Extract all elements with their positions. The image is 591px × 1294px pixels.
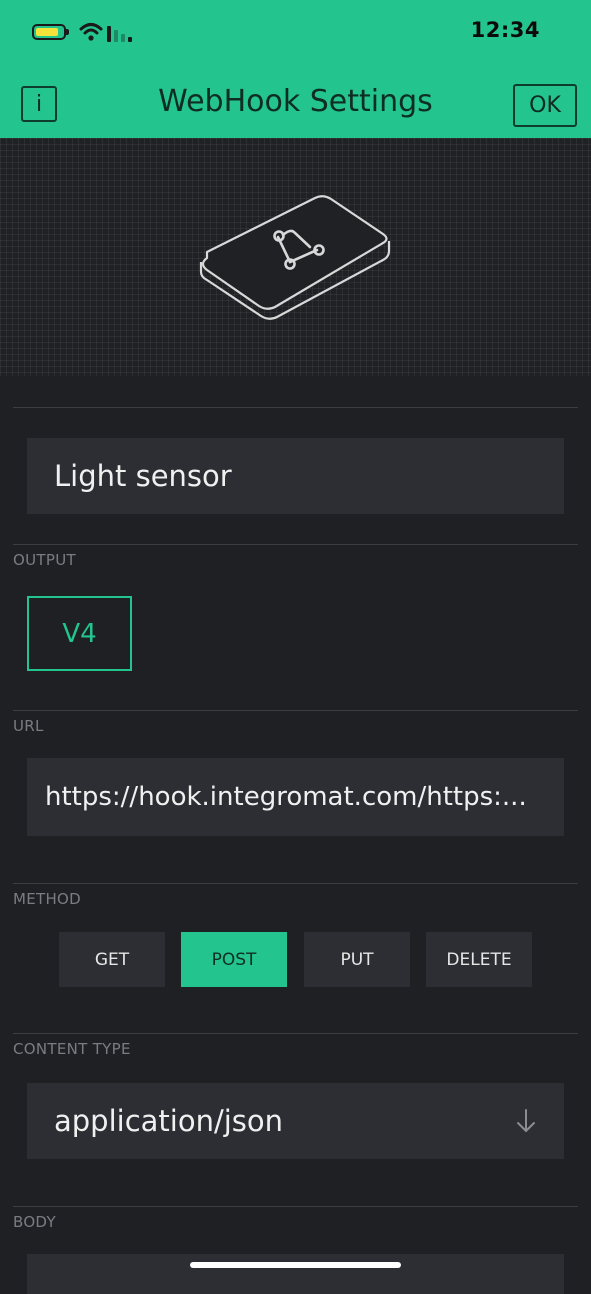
method-post-button[interactable]: POST bbox=[181, 932, 287, 987]
divider bbox=[13, 710, 578, 711]
method-get-button[interactable]: GET bbox=[59, 932, 165, 987]
ok-button[interactable]: OK bbox=[513, 84, 577, 127]
url-input[interactable]: https://hook.integromat.com/https:... bbox=[27, 758, 564, 836]
page-title: WebHook Settings bbox=[158, 84, 433, 119]
output-label: OUTPUT bbox=[13, 551, 76, 569]
url-label: URL bbox=[13, 717, 44, 735]
divider bbox=[13, 1206, 578, 1207]
home-indicator[interactable] bbox=[190, 1262, 401, 1268]
app-header: 12:34 i WebHook Settings OK bbox=[0, 0, 591, 138]
arrow-down-icon bbox=[517, 1109, 535, 1132]
cellular-signal-icon bbox=[107, 24, 137, 42]
content-type-label: CONTENT TYPE bbox=[13, 1040, 131, 1058]
method-put-button[interactable]: PUT bbox=[304, 932, 410, 987]
widget-preview bbox=[0, 138, 591, 376]
content-type-select[interactable]: application/json bbox=[27, 1083, 564, 1159]
body-input[interactable] bbox=[27, 1254, 564, 1294]
webhook-device-icon bbox=[199, 195, 391, 320]
widget-name-input[interactable]: Light sensor bbox=[27, 438, 564, 514]
method-delete-button[interactable]: DELETE bbox=[426, 932, 532, 987]
divider bbox=[13, 544, 578, 545]
body-label: BODY bbox=[13, 1213, 56, 1231]
battery-icon bbox=[32, 24, 69, 40]
divider bbox=[13, 883, 578, 884]
status-time: 12:34 bbox=[470, 18, 540, 42]
divider bbox=[13, 1033, 578, 1034]
wifi-icon bbox=[79, 23, 103, 41]
content-type-value: application/json bbox=[54, 1104, 284, 1138]
divider bbox=[13, 407, 578, 408]
method-label: METHOD bbox=[13, 890, 82, 908]
output-pin-selector[interactable]: V4 bbox=[27, 596, 132, 671]
